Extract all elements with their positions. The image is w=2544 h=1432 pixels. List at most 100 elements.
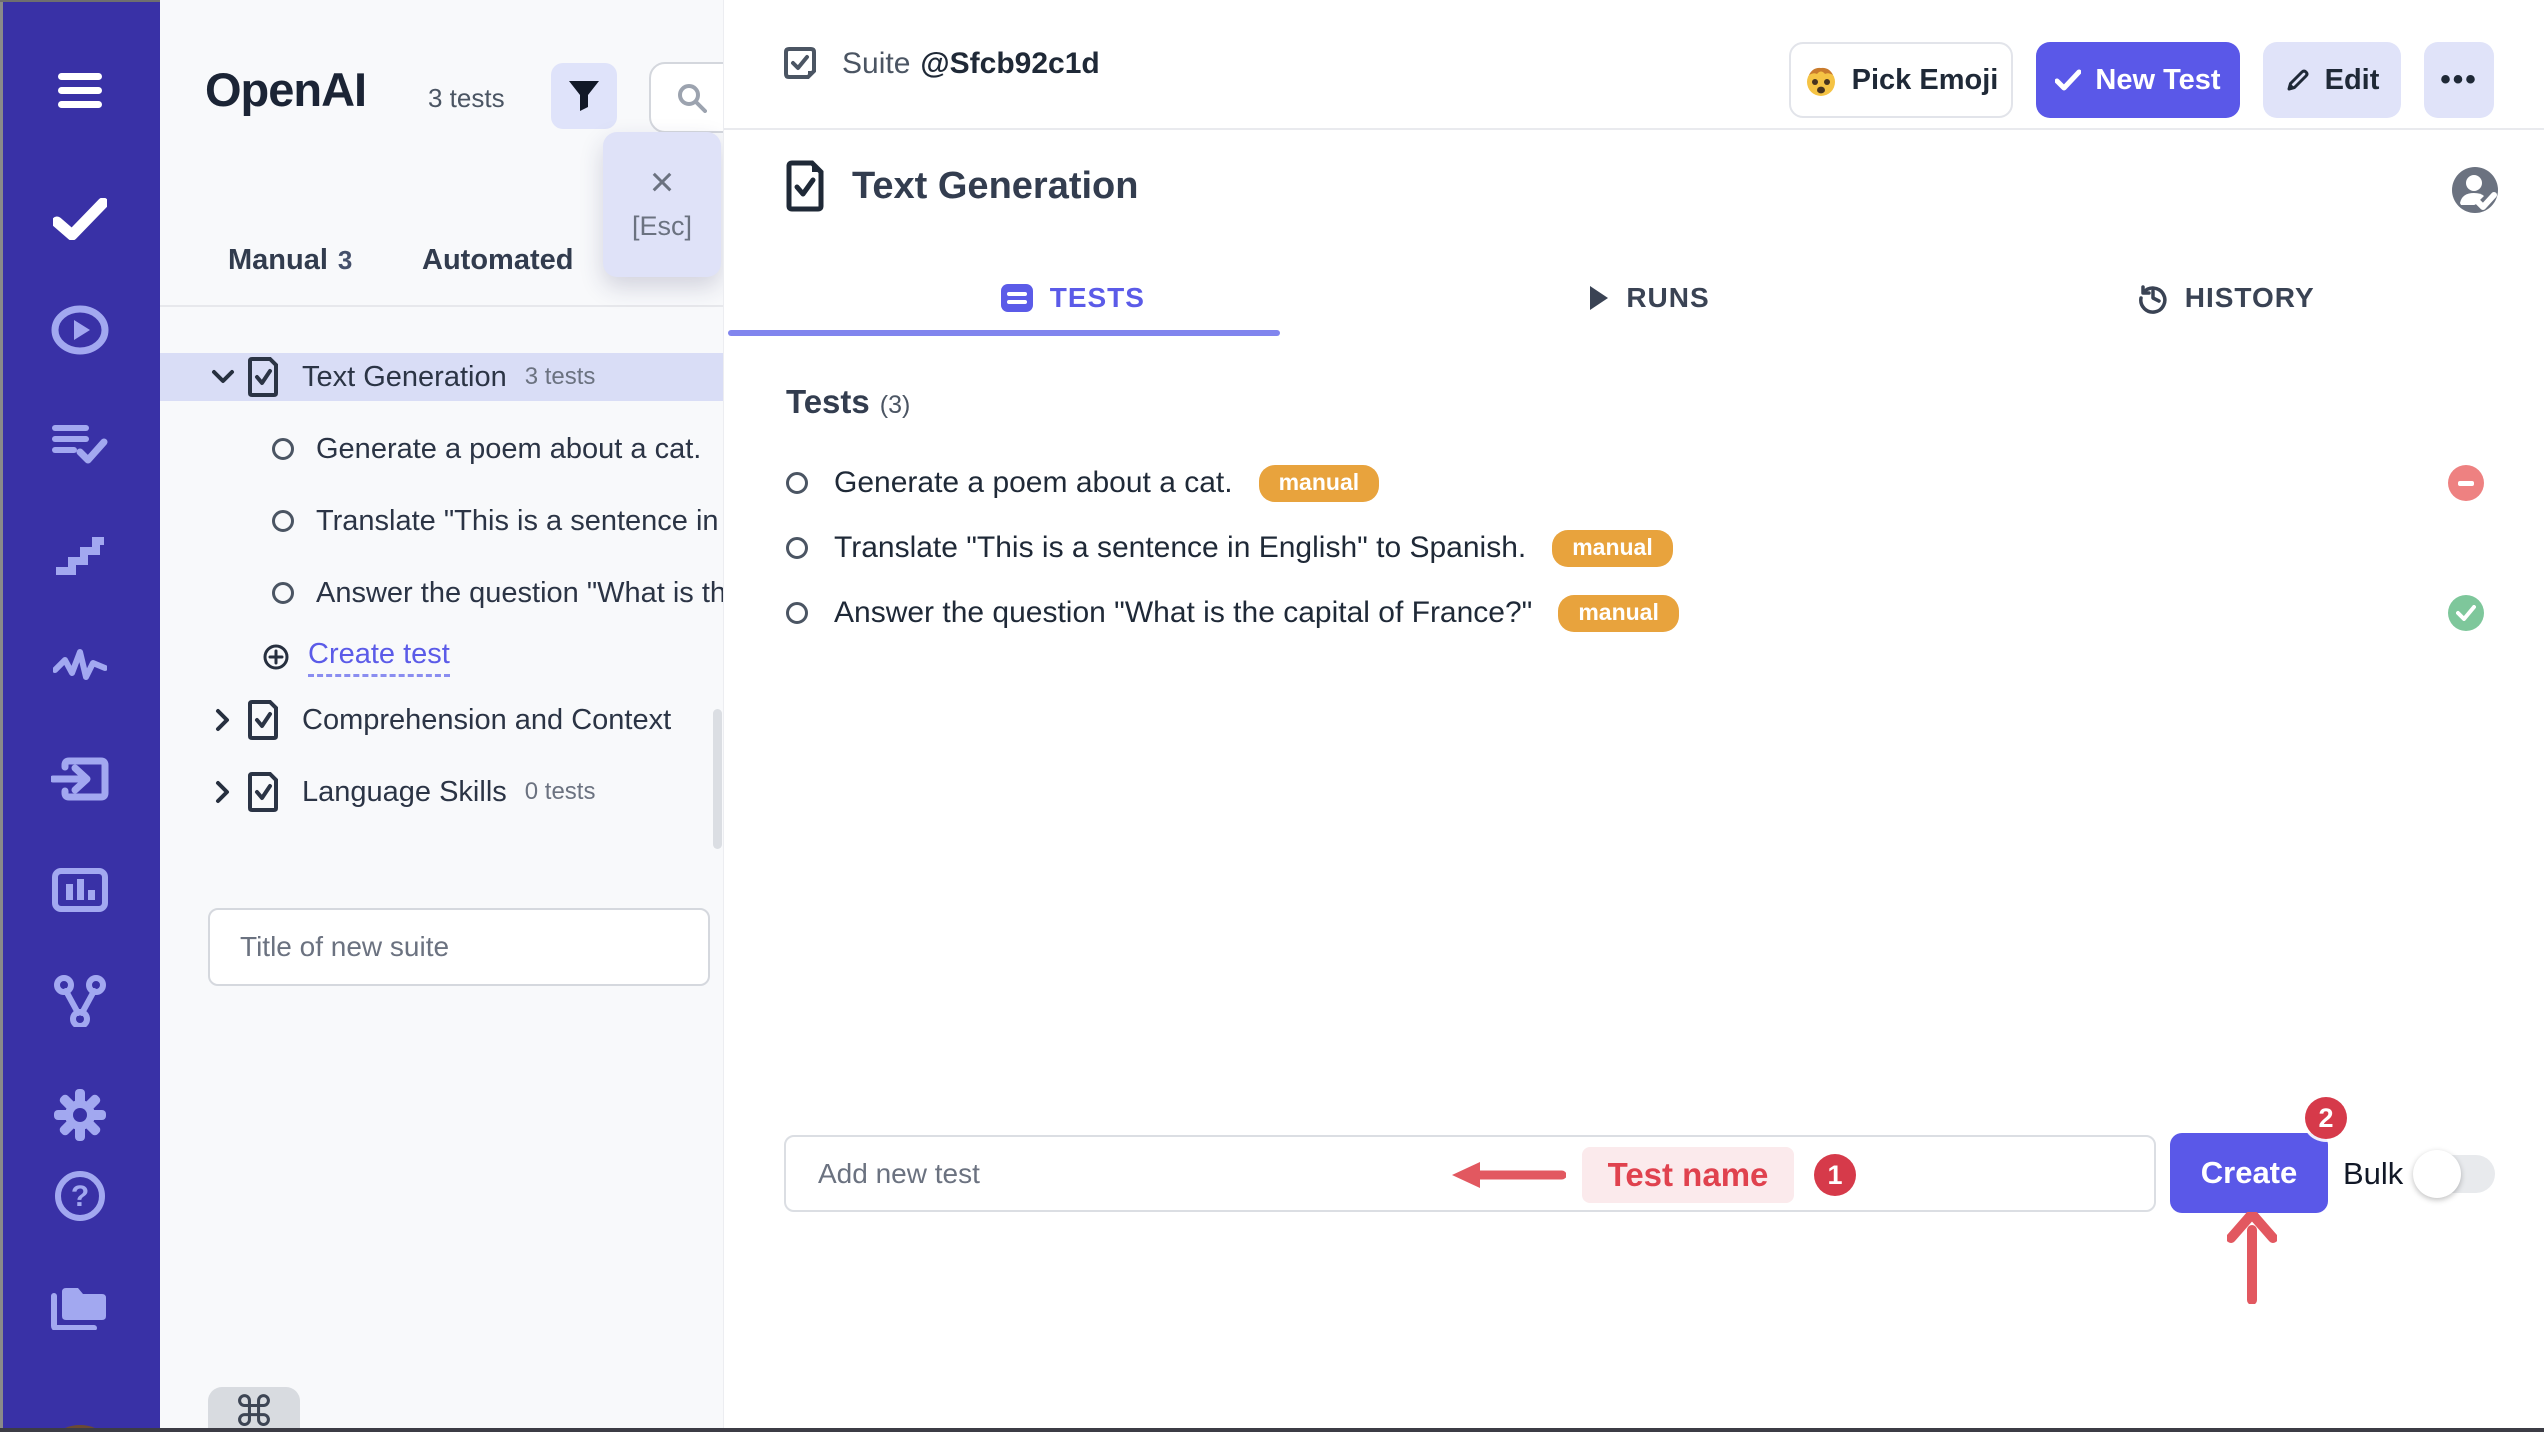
manual-badge: manual — [1558, 595, 1679, 632]
check-icon — [2055, 69, 2081, 91]
test-row[interactable]: Generate a poem about a cat. manual — [786, 459, 1379, 507]
tree-test-item[interactable]: Generate a poem about a cat. — [160, 425, 724, 473]
svg-text:?: ? — [71, 1180, 89, 1213]
menu-icon[interactable] — [56, 71, 104, 111]
search-input[interactable] — [649, 62, 724, 133]
brand-tests-count: 3 tests — [428, 83, 505, 114]
window-edge — [0, 0, 3, 1432]
suite-handle: @Sfcb92c1d — [920, 47, 1099, 81]
manual-badge: manual — [1552, 530, 1673, 567]
brand-title: OpenAI — [205, 62, 366, 117]
annotation-arrow-left-icon — [1450, 1160, 1566, 1190]
tree-suite-count: 3 tests — [525, 363, 596, 391]
check-icon[interactable] — [53, 198, 107, 240]
steps-icon[interactable] — [54, 535, 106, 577]
circle-icon — [272, 510, 294, 532]
exploding-head-emoji-icon — [1804, 63, 1838, 97]
app-window: ? OpenAI 3 tests Manual3 Automated Text … — [0, 0, 2544, 1432]
play-circle-icon[interactable] — [51, 305, 109, 355]
main-tabbar: TESTS RUNS HISTORY — [784, 268, 2514, 328]
tree-suite-label: Text Generation — [302, 361, 507, 394]
chevron-right-icon[interactable] — [206, 708, 240, 732]
tab-runs[interactable]: RUNS — [1361, 268, 1938, 328]
circle-icon — [786, 602, 808, 624]
tree-test-item[interactable]: Answer the question "What is the capital… — [160, 569, 724, 617]
create-test-link: Create test — [308, 638, 450, 677]
new-suite-title-input[interactable] — [208, 908, 710, 986]
tab-manual[interactable]: Manual3 — [228, 244, 352, 277]
suite-label: Suite — [842, 47, 910, 81]
doc-check-icon — [246, 700, 280, 740]
annotation-step-1-badge: 1 — [1814, 1154, 1856, 1196]
help-icon[interactable]: ? — [54, 1170, 106, 1222]
annotation-step-2-badge: 2 — [2305, 1097, 2347, 1139]
tab-automated[interactable]: Automated — [422, 244, 573, 277]
bar-chart-icon[interactable] — [52, 868, 108, 912]
tab-tests[interactable]: TESTS — [784, 268, 1361, 328]
pencil-icon — [2285, 67, 2311, 93]
toggle-knob — [2413, 1150, 2461, 1198]
play-icon — [1588, 284, 1610, 312]
create-button[interactable]: Create — [2170, 1133, 2328, 1213]
plus-circle-icon — [262, 643, 290, 671]
chevron-down-icon[interactable] — [206, 369, 240, 385]
close-icon[interactable]: × — [650, 167, 675, 197]
folder-icon[interactable] — [50, 1282, 110, 1330]
page-title: Text Generation — [852, 165, 1138, 208]
filter-popover: × [Esc] — [603, 132, 721, 277]
import-icon[interactable] — [51, 757, 109, 801]
main-header: Suite @Sfcb92c1d Pick Emoji New Test Edi… — [724, 0, 2544, 130]
tree-suite-text-generation[interactable]: Text Generation 3 tests — [160, 353, 724, 401]
active-tab-underline — [728, 330, 1280, 336]
card-lines-icon — [1000, 283, 1034, 313]
window-edge — [0, 1428, 2544, 1432]
window-edge — [0, 0, 160, 2]
filter-button[interactable] — [551, 63, 617, 129]
tree-suite-comprehension[interactable]: Comprehension and Context — [160, 696, 724, 744]
more-options-button[interactable]: ••• — [2424, 42, 2494, 118]
suite-doc-icon — [780, 44, 820, 84]
tab-manual-count: 3 — [338, 245, 352, 275]
new-test-button[interactable]: New Test — [2036, 42, 2240, 118]
tree-create-test[interactable]: Create test — [160, 633, 724, 681]
circle-icon — [786, 472, 808, 494]
git-fork-icon[interactable] — [54, 975, 106, 1027]
edit-button[interactable]: Edit — [2263, 42, 2401, 118]
doc-check-icon — [784, 160, 826, 212]
test-row[interactable]: Translate "This is a sentence in English… — [786, 524, 1673, 572]
tab-history[interactable]: HISTORY — [1937, 268, 2514, 328]
tree-suite-language-skills[interactable]: Language Skills 0 tests — [160, 768, 724, 816]
test-row[interactable]: Answer the question "What is the capital… — [786, 589, 1679, 637]
circle-icon — [786, 537, 808, 559]
chevron-right-icon[interactable] — [206, 780, 240, 804]
tree-test-item[interactable]: Translate "This is a sentence in English… — [160, 497, 724, 545]
annotation-arrow-up-icon — [2227, 1212, 2277, 1304]
list-check-icon[interactable] — [52, 422, 108, 464]
user-check-icon[interactable] — [2450, 165, 2500, 220]
bulk-label: Bulk — [2343, 1156, 2403, 1192]
settings-icon[interactable] — [52, 1087, 108, 1143]
suite-panel: OpenAI 3 tests Manual3 Automated Text Ge… — [160, 0, 724, 1432]
command-key-button[interactable]: ⌘ — [208, 1387, 300, 1432]
bulk-toggle[interactable] — [2417, 1155, 2495, 1193]
icon-rail: ? — [0, 0, 160, 1432]
esc-hint: [Esc] — [632, 211, 692, 242]
doc-check-icon — [246, 772, 280, 812]
annotation-test-name-label: Test name — [1582, 1147, 1794, 1203]
filter-icon — [567, 79, 601, 113]
manual-badge: manual — [1259, 465, 1380, 502]
excluded-status-icon[interactable] — [2448, 465, 2484, 501]
ellipsis-icon: ••• — [2440, 63, 2478, 97]
pick-emoji-button[interactable]: Pick Emoji — [1789, 42, 2013, 118]
circle-icon — [272, 582, 294, 604]
tests-heading-count: (3) — [880, 391, 911, 419]
circle-icon — [272, 438, 294, 460]
passed-status-icon[interactable] — [2448, 595, 2484, 631]
history-clock-icon — [2137, 282, 2169, 314]
activity-icon[interactable] — [53, 648, 107, 682]
tree-scrollbar[interactable] — [713, 709, 722, 849]
main-panel: Suite @Sfcb92c1d Pick Emoji New Test Edi… — [724, 0, 2544, 1432]
search-icon — [677, 83, 707, 113]
suite-identifier: Suite @Sfcb92c1d — [780, 44, 1100, 84]
suite-title-row: Text Generation — [784, 160, 1138, 212]
